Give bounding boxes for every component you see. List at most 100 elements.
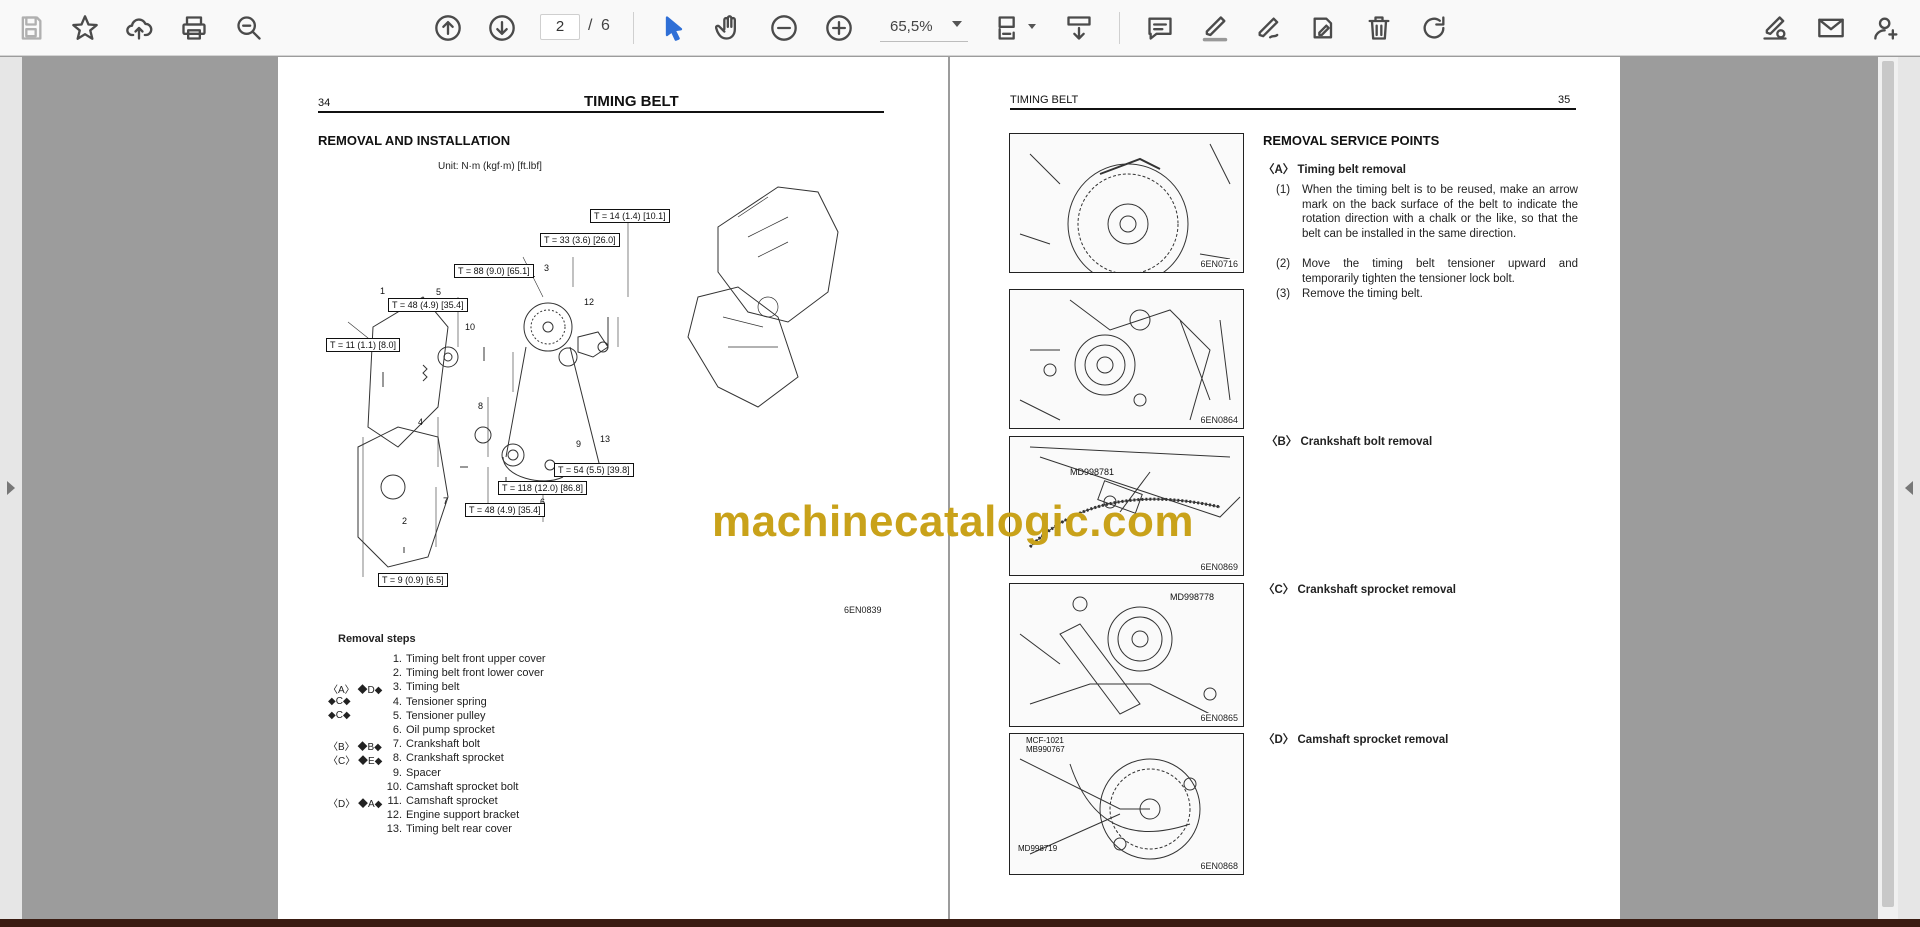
step-text: Tensioner pulley (406, 709, 486, 722)
step-text: Camshaft sprocket (406, 795, 498, 807)
torque-label: T = 118 (12.0) [86.8] (498, 481, 587, 495)
page-number-input[interactable]: 2 (540, 14, 580, 40)
page-separator: / (588, 17, 593, 34)
zoom-out-icon[interactable] (765, 9, 803, 47)
add-user-icon[interactable] (1868, 9, 1906, 47)
step-marks: 〈B〉 ◆B◆ (328, 742, 382, 754)
service-point-d-title: 〈D〉 Camshaft sprocket removal (1263, 734, 1449, 746)
figure-code: 6EN0716 (1200, 259, 1238, 269)
save-icon[interactable] (12, 9, 50, 47)
zoom-value: 65,5% (890, 18, 933, 35)
comment-icon[interactable] (1141, 9, 1179, 47)
svg-text:2: 2 (402, 516, 407, 526)
zoom-select[interactable]: 65,5% (880, 12, 968, 42)
figure-camshaft-sprocket: MCF-1021 MB990767 MD998719 6EN0868 (1009, 733, 1244, 875)
figure-code: 6EN0865 (1200, 713, 1238, 723)
pdf-page-34: 34 TIMING BELT REMOVAL AND INSTALLATION … (278, 57, 948, 919)
svg-text:9: 9 (576, 439, 581, 449)
step-number: 12. (386, 809, 402, 822)
left-panel-toggle[interactable] (0, 57, 22, 919)
step-text: Timing belt front lower cover (406, 667, 544, 680)
highlight-pen-icon[interactable] (1196, 9, 1234, 47)
page-down-icon[interactable] (483, 9, 521, 47)
right-panel-toggle[interactable] (1898, 57, 1920, 919)
page-header-title: TIMING BELT (1010, 94, 1079, 106)
service-point-c-title: 〈C〉 Crankshaft sprocket removal (1263, 584, 1457, 596)
step-text: Crankshaft bolt (406, 738, 480, 751)
tool-label: MCF-1021 MB990767 (1026, 736, 1065, 754)
draw-pen-icon[interactable] (1250, 9, 1288, 47)
svg-text:7: 7 (443, 496, 448, 506)
figure-code: 6EN0864 (1200, 415, 1238, 425)
step-number: 5. (392, 709, 402, 722)
watermark-text: machinecatalogic.com (712, 497, 1194, 546)
service-point-b-title: 〈B〉 Crankshaft bolt removal (1266, 436, 1433, 448)
bookmark-star-icon[interactable] (66, 9, 104, 47)
step-number: 10. (386, 780, 402, 793)
step-marks: 〈C〉 ◆E◆ (328, 756, 383, 768)
page-header-title: TIMING BELT (584, 93, 679, 110)
upload-cloud-icon[interactable] (120, 9, 158, 47)
page-number: 34 (318, 97, 331, 109)
figure-tensioner: 6EN0864 (1009, 289, 1244, 429)
torque-label: T = 9 (0.9) [6.5] (378, 573, 448, 587)
step-number: 6. (392, 724, 402, 736)
svg-text:13: 13 (600, 434, 610, 444)
torque-label: T = 88 (9.0) [65.1] (454, 264, 534, 278)
service-step-number: (2) (1276, 258, 1291, 270)
sign-icon[interactable] (1756, 9, 1794, 47)
rotate-icon[interactable] (1415, 9, 1453, 47)
header-rule (1010, 108, 1576, 110)
hand-pan-icon[interactable] (710, 9, 748, 47)
svg-text:12: 12 (584, 297, 594, 307)
section-title: REMOVAL SERVICE POINTS (1263, 133, 1440, 148)
edit-stamp-icon[interactable] (1305, 9, 1343, 47)
page-up-icon[interactable] (429, 9, 467, 47)
print-icon[interactable] (175, 9, 213, 47)
scrollbar-thumb[interactable] (1882, 61, 1894, 907)
select-cursor-icon[interactable] (655, 9, 693, 47)
step-text: Camshaft sprocket bolt (406, 780, 519, 793)
step-number: 7. (392, 738, 402, 751)
torque-label: T = 54 (5.5) [39.8] (554, 463, 634, 477)
step-marks: ◆C◆ (328, 695, 351, 707)
step-text: Engine support bracket (406, 809, 520, 822)
svg-text:5: 5 (436, 287, 441, 297)
tool-label: MD998719 (1018, 844, 1058, 853)
zoom-in-icon[interactable] (820, 9, 858, 47)
tool-label: MD998781 (1070, 467, 1115, 477)
step-text: Spacer (406, 766, 441, 779)
zoom-search-icon[interactable] (230, 9, 268, 47)
torque-label: T = 48 (4.9) [35.4] (388, 298, 468, 312)
torque-label: T = 48 (4.9) [35.4] (465, 503, 545, 517)
figure-code: 6EN0839 (844, 605, 882, 615)
step-text: Tensioner spring (406, 695, 487, 708)
step-number: 11. (387, 795, 402, 807)
svg-text:3: 3 (544, 263, 549, 273)
service-step-number: (3) (1276, 288, 1291, 300)
delete-icon[interactable] (1360, 9, 1398, 47)
page-total: 6 (601, 17, 610, 34)
step-marks: 〈A〉 ◆D◆ (328, 685, 383, 697)
torque-label: T = 11 (1.1) [8.0] (326, 338, 400, 352)
taskbar-strip (0, 919, 1920, 927)
section-title: REMOVAL AND INSTALLATION (318, 133, 511, 148)
svg-text:4: 4 (418, 417, 423, 427)
header-rule (318, 111, 884, 113)
email-icon[interactable] (1812, 9, 1850, 47)
chevron-right-icon (7, 481, 15, 495)
step-text: Oil pump sprocket (406, 724, 495, 736)
tool-label: MD998778 (1170, 592, 1215, 602)
figure-code: 6EN0868 (1200, 861, 1238, 871)
chevron-down-icon (952, 21, 962, 27)
svg-text:10: 10 (465, 322, 475, 332)
removal-steps-title: Removal steps (338, 633, 416, 645)
scroll-mode-icon[interactable] (1060, 9, 1098, 47)
chevron-down-icon[interactable] (1028, 24, 1036, 29)
page-fit-icon[interactable] (990, 9, 1028, 47)
pdf-page-35: TIMING BELT 35 REMOVAL SERVICE POINTS 6E… (950, 57, 1620, 919)
step-number: 1. (392, 653, 402, 665)
step-marks: ◆C◆ (328, 709, 351, 721)
document-viewer[interactable]: 34 TIMING BELT REMOVAL AND INSTALLATION … (0, 57, 1920, 919)
step-number: 13. (386, 823, 402, 836)
